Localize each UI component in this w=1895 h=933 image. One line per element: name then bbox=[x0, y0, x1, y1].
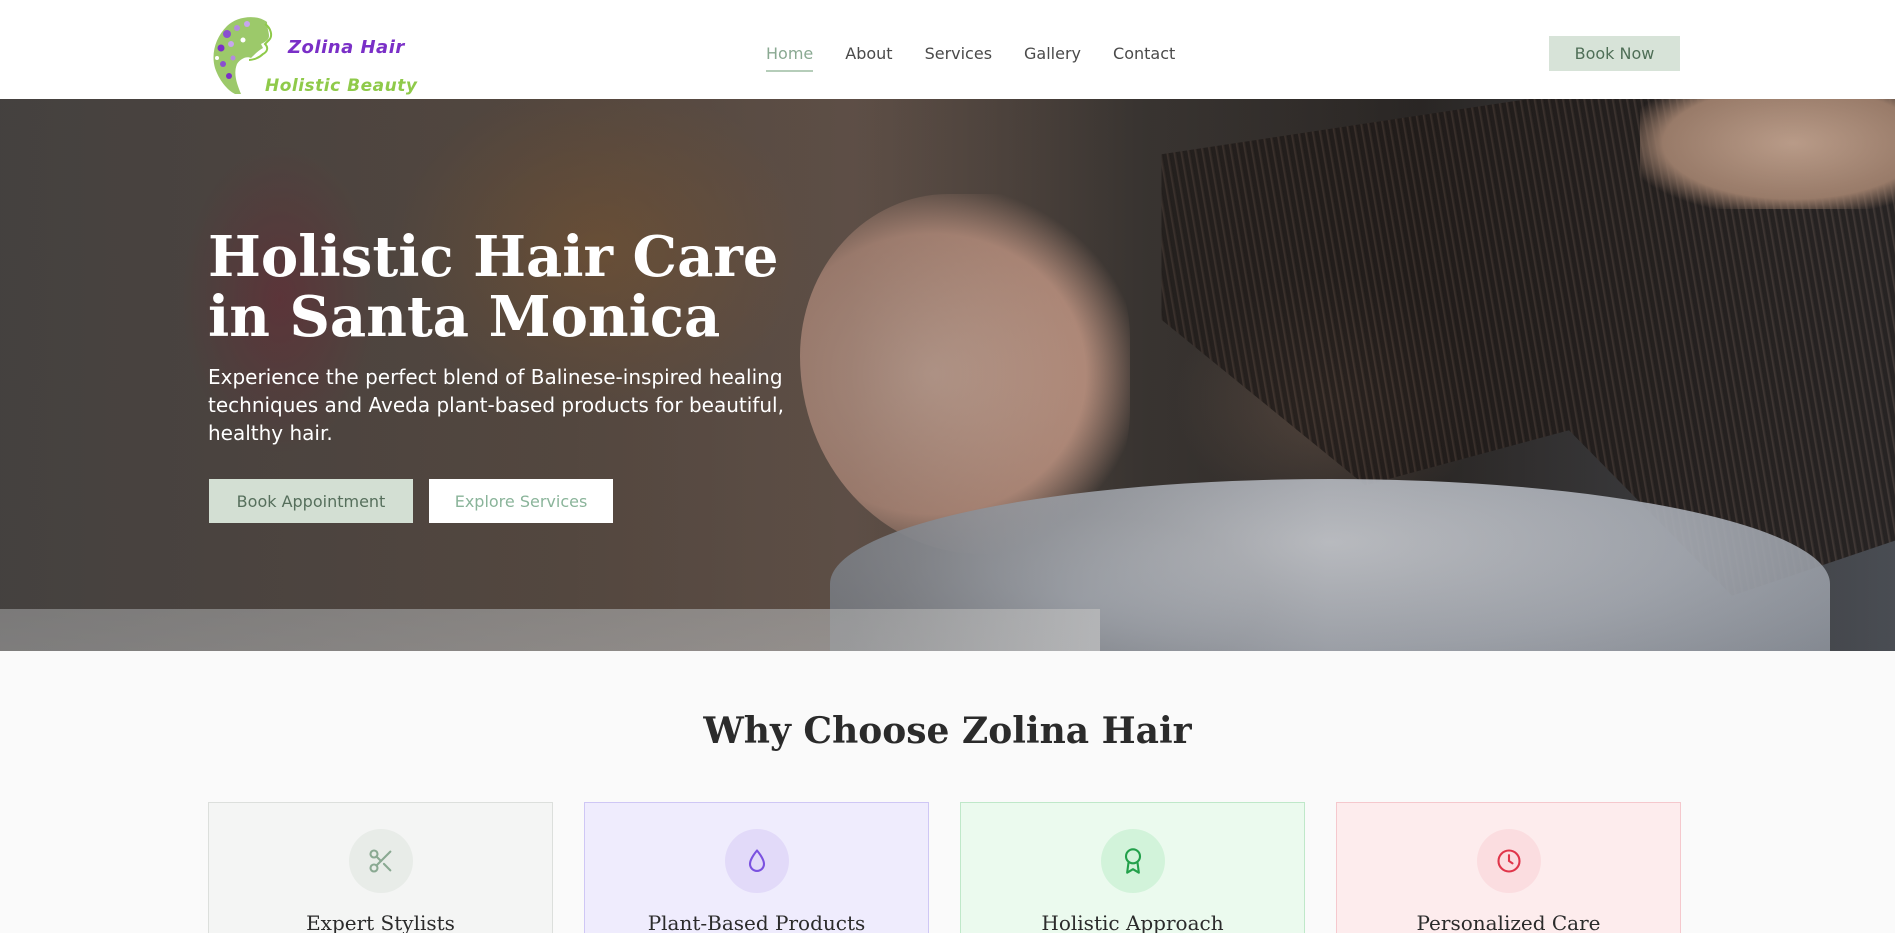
icon-circle bbox=[725, 829, 789, 893]
card-title: Personalized Care bbox=[1416, 911, 1601, 933]
clock-icon bbox=[1497, 849, 1521, 873]
nav-item-home[interactable]: Home bbox=[766, 44, 814, 72]
nav-item-contact[interactable]: Contact bbox=[1113, 44, 1175, 72]
droplet-icon bbox=[748, 849, 766, 872]
book-appointment-button[interactable]: Book Appointment bbox=[209, 479, 413, 523]
feature-card-holistic-approach: Holistic Approach bbox=[960, 802, 1305, 933]
hero-subtitle: Experience the perfect blend of Balinese… bbox=[208, 365, 784, 445]
nav-item-about[interactable]: About bbox=[845, 44, 892, 72]
nav-item-gallery[interactable]: Gallery bbox=[1024, 44, 1081, 72]
brand-tagline: Holistic Beauty bbox=[265, 76, 418, 96]
main-nav: Home About Services Gallery Contact bbox=[766, 44, 1175, 72]
card-title: Holistic Approach bbox=[1041, 911, 1224, 933]
book-now-button[interactable]: Book Now bbox=[1549, 36, 1680, 71]
explore-services-button[interactable]: Explore Services bbox=[429, 479, 613, 523]
feature-card-plant-based-products: Plant-Based Products bbox=[584, 802, 929, 933]
why-section-title: Why Choose Zolina Hair bbox=[703, 710, 1192, 752]
icon-circle bbox=[349, 829, 413, 893]
feature-card-expert-stylists: Expert Stylists bbox=[208, 802, 553, 933]
icon-circle bbox=[1101, 829, 1165, 893]
icon-circle bbox=[1477, 829, 1541, 893]
site-header: Zolina Hair Holistic Beauty Home About S… bbox=[0, 0, 1895, 99]
hero-title: Holistic Hair Care in Santa Monica bbox=[208, 224, 779, 350]
award-icon bbox=[1124, 848, 1142, 874]
card-title: Plant-Based Products bbox=[647, 911, 866, 933]
feature-card-personalized-care: Personalized Care bbox=[1336, 802, 1681, 933]
brand-logo[interactable]: Zolina Hair Holistic Beauty bbox=[207, 14, 437, 96]
nav-item-services[interactable]: Services bbox=[925, 44, 992, 72]
card-title: Expert Stylists bbox=[306, 911, 455, 933]
hero-section: Holistic Hair Care in Santa Monica Exper… bbox=[0, 99, 1895, 651]
scissors-icon bbox=[369, 849, 392, 873]
brand-name: Zolina Hair bbox=[288, 37, 405, 58]
